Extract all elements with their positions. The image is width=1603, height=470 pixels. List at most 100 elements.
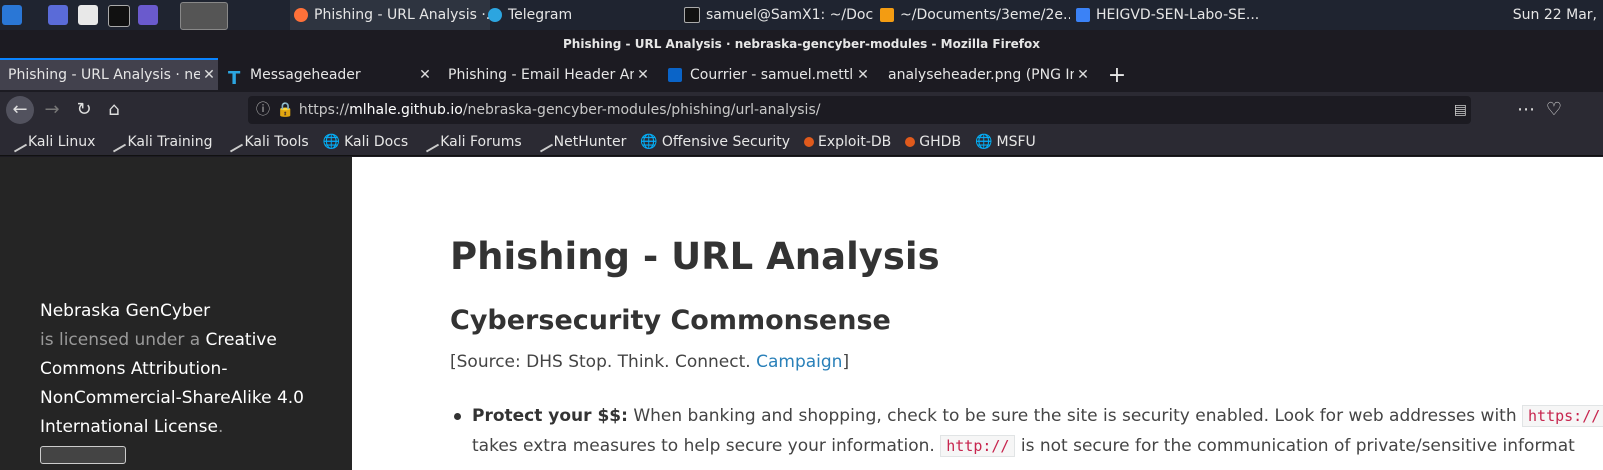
globe-icon: 🌐	[640, 133, 658, 150]
bookmark-offensive-security[interactable]: 🌐 Offensive Security	[640, 134, 790, 150]
org-link[interactable]: Nebraska GenCyber	[40, 301, 210, 321]
bookmark-msfu[interactable]: 🌐 MSFU	[975, 134, 1036, 150]
list-item: Protect your $$: When banking and shoppi…	[454, 401, 1603, 461]
pocket-icon[interactable]: ♡	[1540, 96, 1568, 124]
ghdb-icon	[905, 136, 916, 147]
globe-icon: 🌐	[975, 133, 993, 150]
tab-label: Courrier - samuel.mettle	[690, 67, 854, 83]
globe-icon: 🌐	[322, 133, 341, 150]
tab-label: Phishing - URL Analysis · neb	[8, 67, 200, 83]
terminal-icon[interactable]	[108, 5, 130, 27]
desktop-icon[interactable]	[48, 5, 68, 25]
url-scheme: https://	[298, 102, 350, 118]
bookmark-label: Kali Tools	[244, 133, 309, 150]
file-manager-icon[interactable]	[78, 5, 98, 25]
tab-analyseheader-png[interactable]: analyseheader.png (PNG Ima ✕	[888, 60, 1092, 90]
folder-icon	[1076, 8, 1090, 22]
kali-dragon-icon	[223, 131, 244, 152]
bullet-text: is not secure for the communication of p…	[1020, 436, 1575, 456]
back-button[interactable]: ←	[6, 96, 34, 124]
close-icon[interactable]: ✕	[416, 67, 434, 83]
nav-bar: ← → ↻ ⌂ ⓘ 🔒 https://mlhale.github.io/neb…	[0, 92, 1603, 128]
firefox-launcher-icon[interactable]	[180, 2, 228, 30]
close-icon[interactable]: ✕	[854, 67, 872, 83]
window-title: Phishing - URL Analysis · nebraska-gency…	[0, 30, 1603, 58]
bookmarks-toolbar: Kali Linux Kali Training Kali Tools 🌐 Kal…	[0, 128, 1603, 156]
reload-button[interactable]: ↻	[70, 96, 98, 124]
license-period: .	[218, 417, 224, 437]
license-notice: Nebraska GenCyber is licensed under a Cr…	[40, 297, 330, 464]
more-actions-icon[interactable]: ⋯	[1512, 96, 1540, 124]
bookmark-kali-linux[interactable]: Kali Linux	[6, 131, 96, 152]
kali-dragon-icon	[106, 131, 127, 152]
taskbar-window-label: Phishing - URL Analysis ·...	[314, 7, 490, 23]
kali-menu-icon[interactable]	[2, 5, 22, 25]
bookmark-nethunter[interactable]: NetHunter	[532, 131, 627, 152]
bullet-label: Protect your $$:	[472, 406, 628, 426]
outlook-icon	[668, 68, 682, 82]
tab-messageheader[interactable]: T Messageheader ✕	[228, 60, 434, 90]
bookmark-ghdb[interactable]: GHDB	[905, 134, 961, 150]
close-icon[interactable]: ✕	[1074, 67, 1092, 83]
source-prefix: [Source: DHS Stop. Think. Connect.	[450, 352, 751, 372]
tab-strip: Phishing - URL Analysis · neb ✕ T Messag…	[0, 58, 1603, 92]
taskbar: Phishing - URL Analysis ·... Telegram sa…	[0, 0, 1603, 30]
bookmark-label: NetHunter	[553, 133, 627, 150]
taskbar-window-editor[interactable]: ~/Documents/3eme/2e...	[880, 0, 1070, 30]
forward-button[interactable]: →	[38, 96, 66, 124]
bookmark-label: GHDB	[919, 133, 962, 150]
licensed-text: is licensed under a	[40, 330, 201, 350]
cc-badge-icon[interactable]	[40, 446, 126, 464]
bookmark-kali-forums[interactable]: Kali Forums	[419, 131, 522, 152]
info-icon[interactable]: ⓘ	[256, 96, 272, 124]
kali-dragon-icon	[6, 131, 28, 152]
bookmark-label: Kali Forums	[440, 133, 522, 150]
page-content: Phishing - URL Analysis Cybersecurity Co…	[352, 157, 1603, 470]
taskbar-window-folder[interactable]: HEIGVD-SEN-Labo-SE...	[1076, 0, 1276, 30]
bookmark-exploit-db[interactable]: Exploit-DB	[804, 134, 891, 150]
bookmark-label: MSFU	[996, 133, 1036, 150]
bookmark-label: Kali Docs	[344, 133, 409, 150]
bookmark-label: Offensive Security	[661, 133, 790, 150]
tab-email-header[interactable]: Phishing - Email Header Ana ✕	[448, 60, 652, 90]
terminal-icon	[684, 7, 700, 23]
bullet-text: takes extra measures to help secure your…	[472, 436, 935, 456]
bookmark-kali-docs[interactable]: 🌐 Kali Docs	[323, 134, 409, 150]
messageheader-favicon-icon: T	[228, 68, 241, 89]
taskbar-window-terminal[interactable]: samuel@SamX1: ~/Doc...	[684, 0, 874, 30]
kali-dragon-icon	[419, 131, 440, 152]
section-heading: Cybersecurity Commonsense	[450, 305, 891, 336]
inline-code: http://	[940, 435, 1016, 457]
bookmark-label: Kali Linux	[28, 133, 96, 150]
taskbar-window-telegram[interactable]: Telegram	[488, 0, 668, 30]
bookmark-label: Exploit-DB	[818, 133, 892, 150]
source-line: [Source: DHS Stop. Think. Connect. Campa…	[450, 352, 849, 372]
url-path: /nebraska-gencyber-modules/phishing/url-…	[462, 102, 821, 118]
inline-code: https://	[1522, 405, 1603, 427]
lock-icon[interactable]: 🔒	[276, 96, 294, 124]
tab-courrier[interactable]: Courrier - samuel.mettle ✕	[668, 60, 872, 90]
tab-url-analysis[interactable]: Phishing - URL Analysis · neb ✕	[0, 58, 218, 90]
bookmark-kali-training[interactable]: Kali Training	[106, 131, 213, 152]
close-icon[interactable]: ✕	[200, 67, 218, 83]
tab-label: Phishing - Email Header Ana	[448, 67, 634, 83]
taskbar-window-label: ~/Documents/3eme/2e...	[900, 7, 1070, 23]
tab-label: Messageheader	[250, 67, 361, 83]
screen-recorder-icon[interactable]	[138, 5, 158, 25]
home-button[interactable]: ⌂	[100, 96, 128, 124]
bookmark-kali-tools[interactable]: Kali Tools	[223, 131, 309, 152]
close-icon[interactable]: ✕	[634, 67, 652, 83]
taskbar-window-label: HEIGVD-SEN-Labo-SE...	[1096, 7, 1260, 23]
taskbar-window-firefox[interactable]: Phishing - URL Analysis ·...	[290, 0, 490, 30]
reader-view-icon[interactable]: ▤	[1454, 96, 1467, 124]
page-sidebar: Nebraska GenCyber is licensed under a Cr…	[0, 157, 352, 470]
telegram-icon	[488, 8, 502, 22]
taskbar-window-label: Telegram	[508, 7, 573, 23]
url-bar[interactable]: ⓘ 🔒 https://mlhale.github.io/nebraska-ge…	[248, 96, 1471, 124]
clock[interactable]: Sun 22 Mar,	[1513, 0, 1597, 30]
bullet-text: When banking and shopping, check to be s…	[633, 406, 1517, 426]
new-tab-button[interactable]: +	[1104, 60, 1130, 90]
bookmark-label: Kali Training	[127, 133, 213, 150]
page-title: Phishing - URL Analysis	[450, 235, 940, 278]
campaign-link[interactable]: Campaign	[756, 352, 842, 372]
